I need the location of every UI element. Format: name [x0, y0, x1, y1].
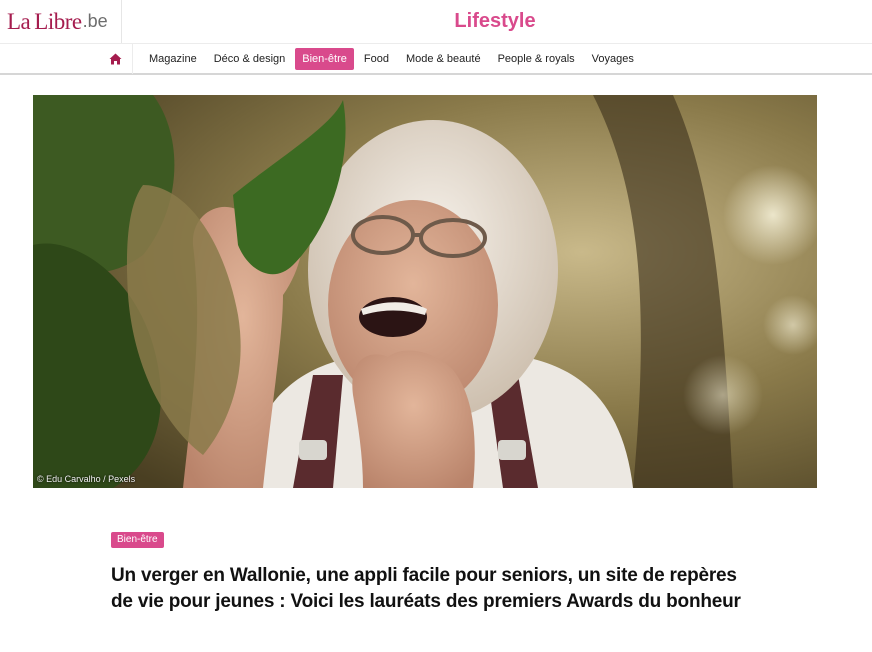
section-title[interactable]: Lifestyle [122, 0, 872, 43]
hero-image[interactable] [33, 95, 817, 488]
article-headline[interactable]: Un verger en Wallonie, une appli facile … [111, 563, 751, 615]
photo-credit: © Edu Carvalho / Pexels [37, 474, 136, 484]
nav-item-magazine[interactable]: Magazine [142, 48, 204, 70]
logo-be: .be [82, 11, 108, 31]
section-title-text: Lifestyle [454, 10, 536, 32]
nav-item-voyages[interactable]: Voyages [585, 48, 641, 70]
nav-item-food[interactable]: Food [357, 48, 396, 70]
nav-items: Magazine Déco & design Bien-être Food Mo… [142, 48, 644, 70]
logo-libre: Libre [34, 8, 82, 34]
home-icon [109, 53, 121, 65]
nav-item-people-royals[interactable]: People & royals [491, 48, 582, 70]
logo-la: La [7, 8, 31, 34]
nav-item-mode-beaute[interactable]: Mode & beauté [399, 48, 488, 70]
category-tag[interactable]: Bien-être [111, 532, 164, 548]
home-link[interactable] [98, 44, 133, 74]
main-nav: Magazine Déco & design Bien-être Food Mo… [0, 43, 872, 75]
site-header: La Libre .be Lifestyle [0, 0, 872, 43]
nav-item-deco-design[interactable]: Déco & design [207, 48, 293, 70]
hero-photo [33, 95, 817, 488]
nav-item-bien-etre[interactable]: Bien-être [295, 48, 354, 70]
site-logo[interactable]: La Libre .be [0, 0, 122, 43]
